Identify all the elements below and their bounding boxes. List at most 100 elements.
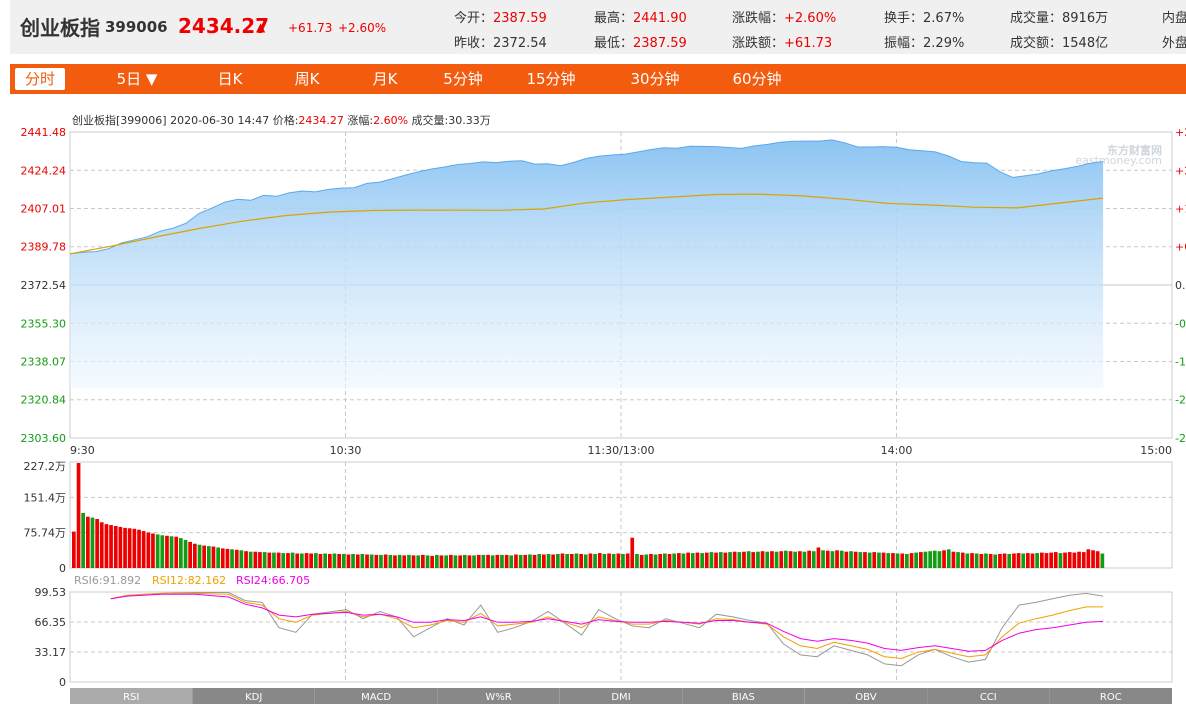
volume-bar xyxy=(807,550,811,568)
indicator-tab[interactable]: DMI xyxy=(559,688,683,704)
volume-bar xyxy=(993,554,998,568)
stat-value: 2.67% xyxy=(923,11,965,26)
chart-area: 创业板指[399006] 2020-06-30 14:47 价格:2434.27… xyxy=(21,113,1186,704)
pct-tick-label: 0. xyxy=(1175,279,1186,292)
volume-bar xyxy=(770,551,774,568)
rsi-tick-label: 66.35 xyxy=(35,616,67,629)
volume-bar xyxy=(174,536,179,568)
price-tick-label: 2338.07 xyxy=(21,356,67,369)
rsi-legend-item: RSI24:66.705 xyxy=(236,574,310,587)
stat-label: 外盘 xyxy=(1162,36,1186,51)
indicator-tab[interactable]: KDJ xyxy=(192,688,315,704)
volume-bar xyxy=(574,553,579,568)
rsi-tick-label: 0 xyxy=(59,676,66,689)
volume-bar xyxy=(1077,551,1081,568)
period-tab[interactable]: 月K xyxy=(350,64,420,94)
volume-bar xyxy=(718,552,723,568)
volume-bar xyxy=(1044,553,1049,568)
volume-bar xyxy=(746,551,751,568)
price-tick-label: 2441.48 xyxy=(21,126,67,139)
stat-value: 2387.59 xyxy=(633,36,687,51)
volume-bar xyxy=(421,554,425,568)
volume-bar xyxy=(416,555,421,568)
indicator-tab[interactable]: CCI xyxy=(927,688,1050,704)
volume-bar xyxy=(760,551,765,568)
index-name: 创业板指 xyxy=(20,16,100,40)
volume-bar xyxy=(351,554,355,568)
volume-bar xyxy=(253,551,258,568)
volume-bar xyxy=(449,554,453,568)
volume-bar xyxy=(369,554,374,568)
period-tab[interactable]: 周K xyxy=(272,64,342,94)
volume-bar xyxy=(467,555,472,568)
volume-bar xyxy=(81,512,85,568)
volume-bar xyxy=(490,555,495,568)
volume-bar xyxy=(211,546,216,568)
volume-bar xyxy=(863,552,867,568)
volume-bar xyxy=(397,554,402,568)
volume-bar xyxy=(346,554,351,568)
period-tab[interactable]: 15分钟 xyxy=(516,64,586,94)
time-axis-label: 14:00 xyxy=(881,444,913,457)
stat-value: 8916万 xyxy=(1062,11,1109,26)
period-tab[interactable]: 5分钟 xyxy=(428,64,498,94)
volume-bar xyxy=(802,551,807,568)
volume-bar xyxy=(202,545,206,568)
indicator-tab[interactable]: MACD xyxy=(314,688,438,704)
indicator-tab[interactable]: W%R xyxy=(437,688,560,704)
volume-bar xyxy=(504,554,509,568)
volume-bar xyxy=(281,553,286,568)
period-tab[interactable]: 分时 xyxy=(15,68,65,90)
period-tab[interactable]: 日K xyxy=(195,64,265,94)
volume-bar xyxy=(295,553,300,568)
volume-bar xyxy=(635,554,639,568)
volume-bar xyxy=(588,553,593,568)
volume-bar xyxy=(546,554,551,568)
volume-bar xyxy=(411,555,416,568)
stat-item: 内盘 xyxy=(1162,7,1186,26)
indicator-tab[interactable]: RSI xyxy=(70,688,193,704)
volume-bar xyxy=(658,554,663,568)
volume-bar xyxy=(509,555,514,568)
volume-bar xyxy=(1095,551,1100,568)
volume-bar xyxy=(825,550,830,568)
stat-label: 成交额： xyxy=(1010,36,1063,51)
volume-bar xyxy=(109,525,113,568)
indicator-tab-label: KDJ xyxy=(245,692,262,703)
price-change-pct: +2.60% xyxy=(338,21,387,35)
volume-bar xyxy=(1049,552,1053,568)
pct-tick-label: +1 xyxy=(1175,203,1186,216)
period-tab[interactable]: 5日 ▼ xyxy=(102,64,172,94)
volume-bar xyxy=(1067,552,1072,568)
volume-bar xyxy=(99,522,104,568)
period-tab[interactable]: 60分钟 xyxy=(722,64,792,94)
volume-bar xyxy=(430,555,434,568)
stat-item: 今开：2387.59 xyxy=(454,7,547,26)
stat-item: 涨跌幅：+2.60% xyxy=(732,7,836,26)
stat-value: 1548亿 xyxy=(1062,36,1109,51)
volume-bar xyxy=(514,554,518,568)
volume-bar xyxy=(518,554,523,568)
stat-label: 换手： xyxy=(884,11,924,26)
volume-bar xyxy=(123,527,127,568)
indicator-tab[interactable]: OBV xyxy=(804,688,928,704)
volume-bar xyxy=(1091,550,1095,568)
volume-bar xyxy=(300,553,304,568)
period-tab[interactable]: 30分钟 xyxy=(620,64,690,94)
volume-bar xyxy=(328,554,332,568)
volume-bar xyxy=(630,537,635,568)
volume-bar xyxy=(779,551,784,568)
volume-bar xyxy=(141,531,146,568)
pct-tick-label: -2 xyxy=(1175,432,1186,445)
indicator-tab[interactable]: ROC xyxy=(1049,688,1172,704)
indicator-tab-label: W%R xyxy=(485,692,511,703)
volume-bar xyxy=(583,554,588,568)
volume-bar xyxy=(197,544,202,568)
volume-bar xyxy=(937,551,942,568)
volume-bar xyxy=(402,555,407,568)
volume-bar xyxy=(914,552,918,568)
volume-bar xyxy=(537,554,542,568)
indicator-tab[interactable]: BIAS xyxy=(682,688,805,704)
volume-bar xyxy=(151,533,155,568)
stat-value: 2387.59 xyxy=(493,11,547,26)
